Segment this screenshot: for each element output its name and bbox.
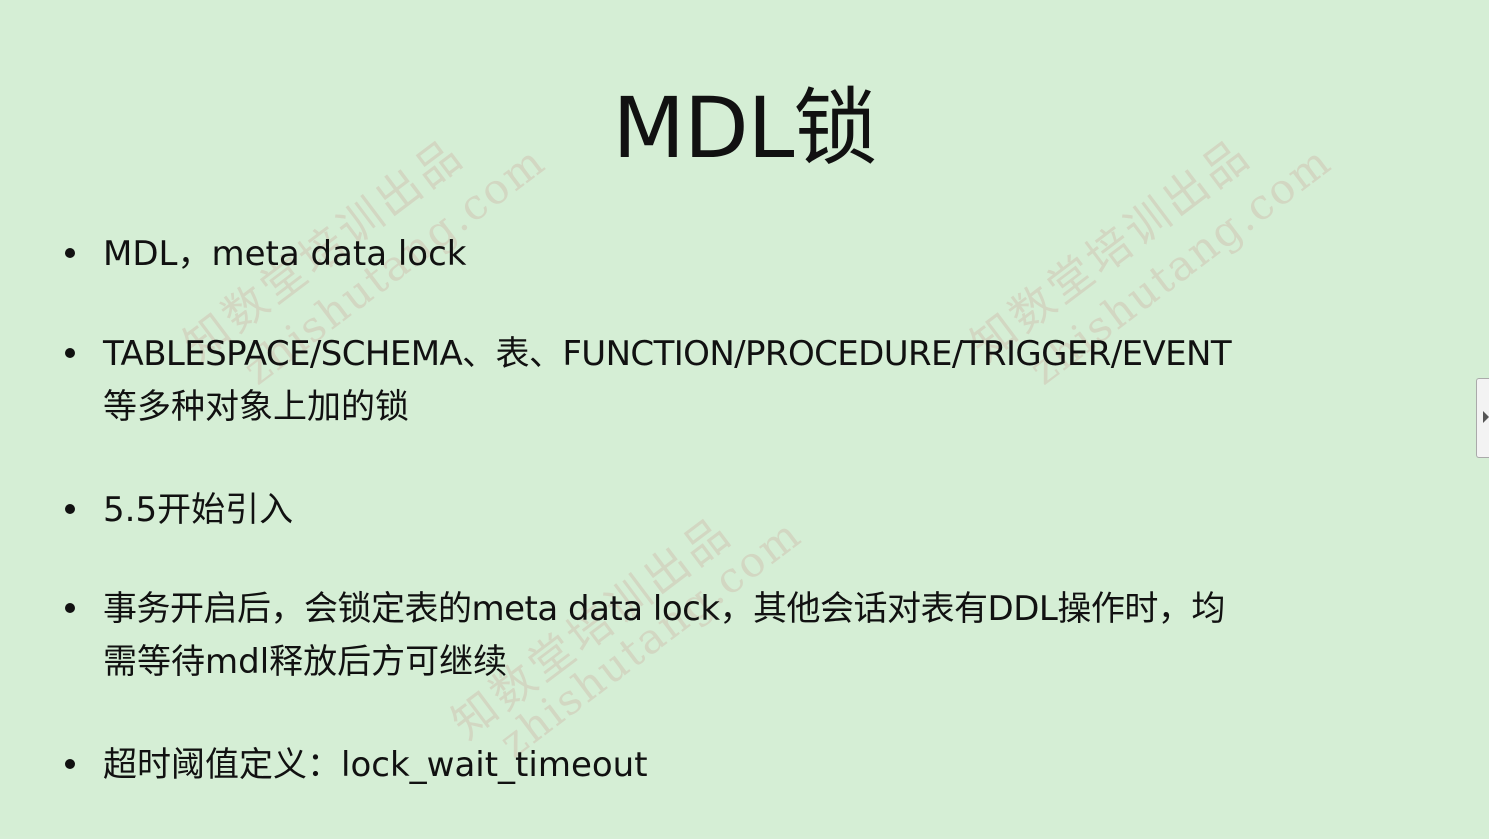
triangle-right-icon (1483, 411, 1489, 423)
bullet-dot (65, 759, 75, 769)
bullet-line: 需等待mdl释放后方可继续 (103, 642, 508, 682)
bullet-line: 5.5开始引入 (103, 490, 294, 530)
bullet-line: 等多种对象上加的锁 (103, 387, 409, 427)
side-panel-toggle[interactable] (1476, 378, 1489, 458)
bullet-item: 超时阈值定义：lock_wait_timeout (65, 739, 1403, 792)
slide: 知数堂培训出品 zhishutang.com 知数堂培训出品 zhishutan… (0, 0, 1489, 836)
bullet-item: 5.5开始引入 (65, 484, 1403, 537)
bullet-line: TABLESPACE/SCHEMA、表、FUNCTION/PROCEDURE/T… (103, 334, 1232, 374)
bullet-item: 事务开启后，会锁定表的meta data lock，其他会话对表有DDL操作时，… (65, 583, 1403, 689)
bullet-dot (65, 348, 75, 358)
bullet-line: 事务开启后，会锁定表的meta data lock，其他会话对表有DDL操作时，… (103, 589, 1225, 629)
bullet-dot (65, 603, 75, 613)
bullet-item: MDL，meta data lock (65, 228, 1403, 281)
bullet-line: MDL，meta data lock (103, 234, 467, 274)
slide-title: MDL锁 (612, 79, 878, 177)
bullet-dot (65, 504, 75, 514)
bullet-line: 超时阈值定义：lock_wait_timeout (103, 745, 648, 785)
bullet-item: TABLESPACE/SCHEMA、表、FUNCTION/PROCEDURE/T… (65, 328, 1403, 434)
bullet-dot (65, 248, 75, 258)
